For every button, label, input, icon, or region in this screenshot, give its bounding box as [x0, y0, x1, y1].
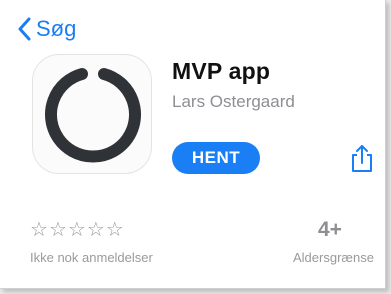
share-button[interactable] [349, 144, 375, 174]
chevron-left-icon [18, 17, 32, 41]
share-icon [352, 145, 372, 172]
star-empty-icon: ☆ [86, 217, 105, 241]
star-empty-icon: ☆ [30, 217, 48, 241]
app-icon [32, 54, 152, 174]
age-rating-label: Aldersgrænse [293, 250, 374, 265]
app-store-screen: Søg MVP app Lars Ostergaard HENT ☆ ☆ ☆ ☆… [0, 0, 386, 289]
rating-stars: ☆ ☆ ☆ ☆ ☆ [30, 218, 124, 240]
get-button[interactable]: HENT [172, 142, 260, 174]
age-rating-value: 4+ [318, 218, 342, 241]
developer-name[interactable]: Lars Ostergaard [172, 92, 295, 112]
back-button[interactable]: Søg [18, 14, 76, 44]
ratings-label: Ikke nok anmeldelser [30, 250, 153, 265]
star-empty-icon: ☆ [105, 217, 124, 241]
star-empty-icon: ☆ [48, 217, 67, 241]
ring-logo-icon [45, 68, 141, 163]
back-label: Søg [36, 16, 77, 41]
star-empty-icon: ☆ [67, 217, 86, 241]
app-name: MVP app [172, 58, 271, 84]
